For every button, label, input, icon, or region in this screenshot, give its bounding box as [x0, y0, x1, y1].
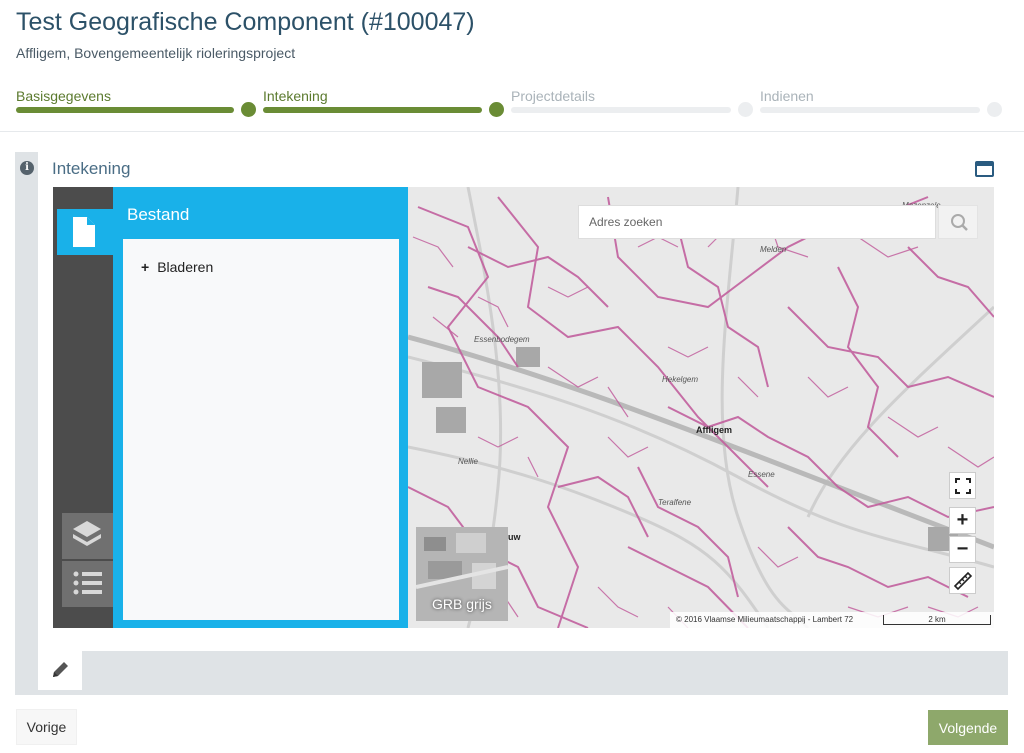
- measure-button[interactable]: [949, 567, 976, 594]
- bestand-panel: Bestand + Bladeren: [113, 187, 408, 628]
- page-subtitle: Affligem, Bovengemeentelijk rioleringspr…: [16, 45, 296, 61]
- step-dot: [738, 102, 753, 117]
- maximize-window-icon[interactable]: [975, 161, 994, 177]
- search-icon: [951, 214, 968, 231]
- previous-button[interactable]: Vorige: [16, 709, 77, 745]
- step-bar: [760, 107, 980, 113]
- edit-button[interactable]: [38, 650, 82, 690]
- list-icon: [73, 571, 102, 595]
- bestand-title: Bestand: [127, 205, 190, 224]
- place-label: Teralfene: [658, 498, 692, 507]
- info-icon[interactable]: i: [20, 161, 34, 175]
- bestand-body: + Bladeren: [123, 239, 399, 620]
- step-dot: [489, 102, 504, 117]
- file-icon: [73, 217, 95, 247]
- legend-tool-button[interactable]: [62, 561, 113, 607]
- layers-icon: [73, 521, 101, 546]
- place-label: Essenbodegem: [474, 335, 530, 344]
- step-intekening[interactable]: Intekening: [263, 86, 504, 117]
- progress-stepper: Basisgegevens Intekening Projectdetails …: [16, 86, 1006, 126]
- page-title: Test Geografische Component (#100047): [16, 8, 475, 36]
- intekening-panel: i Intekening Bestand + Bladeren Melden E…: [15, 152, 1008, 695]
- map-canvas[interactable]: Mazenzele Melden Essenbodegem Hekelgem A…: [408, 187, 994, 628]
- place-label: Affligem: [696, 425, 732, 435]
- tool-rail: [53, 187, 113, 628]
- address-search-input[interactable]: [579, 206, 937, 238]
- step-label: Basisgegevens: [16, 88, 111, 104]
- map-widget: Bestand + Bladeren Melden Essenbodegem H…: [53, 187, 994, 628]
- step-label: Indienen: [760, 88, 814, 104]
- step-bar: [511, 107, 731, 113]
- panel-content: Intekening Bestand + Bladeren Melden Ess…: [38, 152, 1008, 651]
- fullscreen-button[interactable]: [949, 472, 976, 499]
- layers-tool-button[interactable]: [62, 513, 113, 559]
- divider: [0, 131, 1024, 132]
- next-button[interactable]: Volgende: [928, 710, 1008, 745]
- zoom-out-icon: −: [956, 538, 969, 560]
- place-label: Hekelgem: [662, 375, 699, 384]
- step-bar: [263, 107, 482, 113]
- place-label: uw: [508, 532, 521, 542]
- place-label: Nellie: [458, 457, 479, 466]
- fullscreen-icon: [954, 477, 971, 494]
- zoom-in-icon: +: [956, 509, 969, 531]
- step-projectdetails[interactable]: Projectdetails: [511, 86, 753, 117]
- search-button[interactable]: [938, 205, 978, 239]
- plus-icon: +: [141, 259, 150, 275]
- basemap-switcher[interactable]: GRB grijs: [416, 527, 508, 621]
- step-dot: [987, 102, 1002, 117]
- file-tool-button[interactable]: [57, 209, 113, 255]
- basemap-label: GRB grijs: [432, 596, 492, 612]
- step-bar: [16, 107, 234, 113]
- zoom-in-button[interactable]: +: [949, 507, 976, 534]
- step-dot: [241, 102, 256, 117]
- panel-title: Intekening: [52, 159, 131, 178]
- browse-label: Bladeren: [157, 259, 214, 275]
- place-label: Essene: [748, 470, 775, 479]
- pencil-icon: [53, 662, 68, 677]
- place-label: Melden: [760, 245, 787, 254]
- zoom-out-button[interactable]: −: [949, 536, 976, 563]
- measure-ruler-icon: [953, 571, 972, 590]
- step-label: Intekening: [263, 88, 328, 104]
- step-label: Projectdetails: [511, 88, 596, 104]
- address-search: [578, 205, 937, 239]
- browse-button[interactable]: + Bladeren: [141, 259, 213, 275]
- scale-bar: 2 km: [883, 615, 991, 625]
- step-indienen[interactable]: Indienen: [760, 86, 1006, 117]
- step-basisgegevens[interactable]: Basisgegevens: [16, 86, 256, 117]
